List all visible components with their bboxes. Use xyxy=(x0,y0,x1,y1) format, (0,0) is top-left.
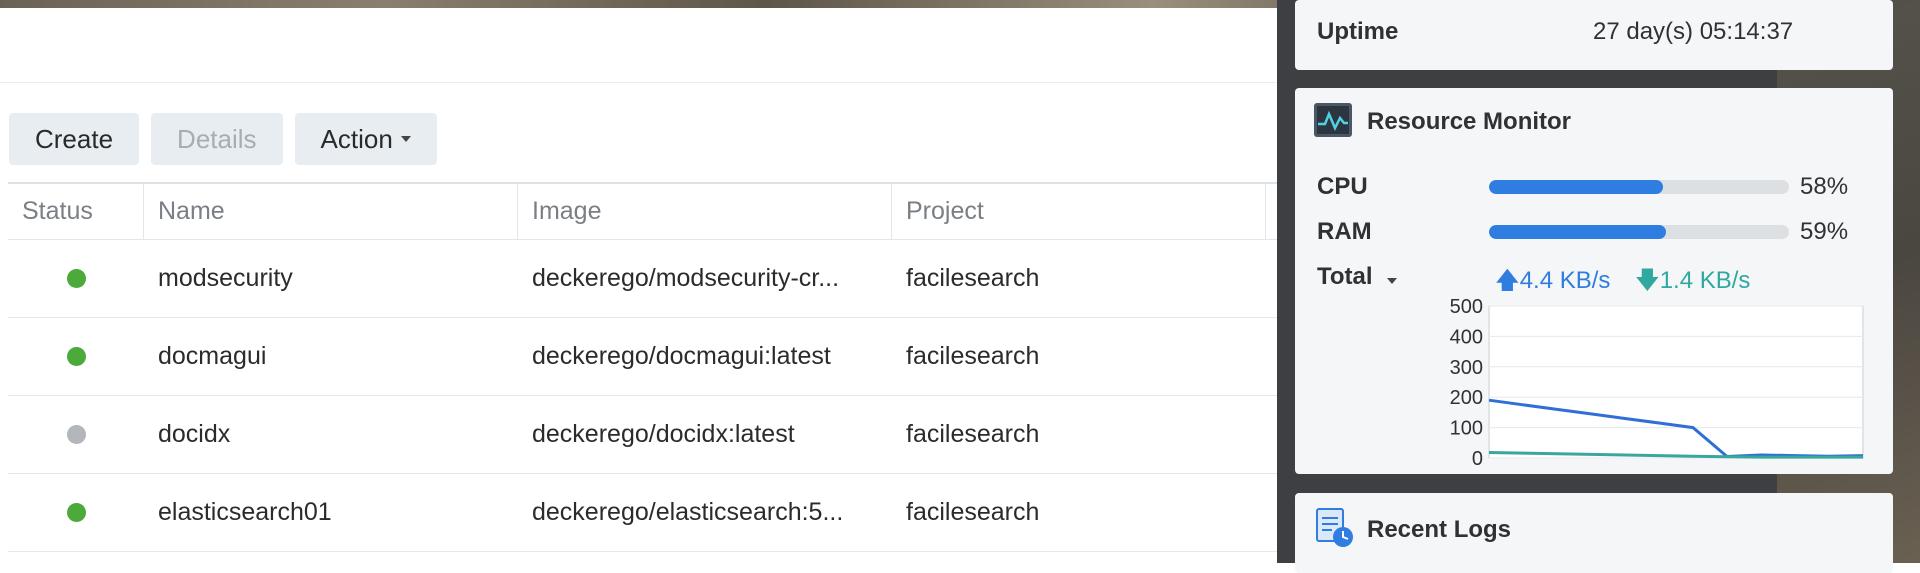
recent-logs-icon xyxy=(1316,508,1353,547)
column-project[interactable]: Project xyxy=(892,184,1266,239)
resource-monitor-title: Resource Monitor xyxy=(1367,108,1572,135)
toolbar: Create Details Action xyxy=(9,113,437,165)
table-header: Status Name Image Project xyxy=(8,182,1290,240)
table-row[interactable]: elasticsearch01 deckerego/elasticsearch:5… xyxy=(8,474,1290,552)
chart-y-tick-label: 200 xyxy=(1450,387,1483,409)
cpu-percent: 58% xyxy=(1800,173,1849,200)
cell-project: facilesearch xyxy=(906,498,1040,526)
arrow-down-icon: 🡇 xyxy=(1635,267,1660,294)
container-manager-panel: Create Details Action Status Name Image … xyxy=(0,8,1290,563)
cpu-bar-fill xyxy=(1489,180,1663,194)
ram-bar-fill xyxy=(1489,225,1666,239)
chart-y-tick-label: 400 xyxy=(1450,326,1483,348)
column-status[interactable]: Status xyxy=(8,184,144,239)
cell-image: deckerego/docmagui:latest xyxy=(532,342,831,370)
chart-y-tick-label: 500 xyxy=(1450,298,1483,318)
header-divider xyxy=(0,82,1290,83)
resource-monitor-icon xyxy=(1314,103,1352,137)
cell-image: deckerego/modsecurity-cr... xyxy=(532,264,840,292)
arrow-up-icon: 🡅 xyxy=(1495,267,1520,294)
total-label: Total xyxy=(1317,263,1373,290)
cell-project: facilesearch xyxy=(906,342,1040,370)
ram-bar xyxy=(1489,225,1789,239)
cell-name: docidx xyxy=(158,420,231,448)
cell-name: modsecurity xyxy=(158,264,293,292)
cell-name: elasticsearch01 xyxy=(158,498,332,526)
table-body: modsecurity deckerego/modsecurity-cr... fa… xyxy=(8,240,1290,552)
cell-project: facilesearch xyxy=(906,420,1040,448)
table-row[interactable]: docidx deckerego/docidx:latest facilesearc… xyxy=(8,396,1290,474)
uptime-card: Uptime 27 day(s) 05:14:37 xyxy=(1295,0,1893,70)
status-indicator xyxy=(67,347,86,366)
status-indicator xyxy=(67,425,86,444)
resource-monitor-card: Resource Monitor CPU 58% RAM 59% Total 🡅… xyxy=(1295,88,1893,474)
recent-logs-title: Recent Logs xyxy=(1367,516,1512,543)
cpu-bar xyxy=(1489,180,1789,194)
network-chart: 500 400 300 200 100 0 xyxy=(1450,298,1864,470)
chart-y-tick-label: 100 xyxy=(1450,418,1483,440)
chevron-down-icon xyxy=(1387,278,1398,284)
column-name[interactable]: Name xyxy=(144,184,518,239)
create-button[interactable]: Create xyxy=(9,113,140,165)
cell-project: facilesearch xyxy=(906,264,1040,292)
status-indicator xyxy=(67,269,86,288)
container-table: Status Name Image Project modsecurity dec… xyxy=(8,182,1290,552)
total-dropdown[interactable]: Total xyxy=(1317,263,1398,291)
recent-logs-card: Recent Logs xyxy=(1295,493,1893,573)
table-row[interactable]: docmagui deckerego/docmagui:latest faciles… xyxy=(8,318,1290,396)
action-button[interactable]: Action xyxy=(294,113,437,165)
download-rate-value: 1.4 KB/s xyxy=(1659,267,1751,294)
uptime-value: 27 day(s) 05:14:37 xyxy=(1593,18,1794,45)
cell-image: deckerego/elasticsearch:5... xyxy=(532,498,844,526)
chart-plot-area xyxy=(1488,305,1864,459)
table-row[interactable]: modsecurity deckerego/modsecurity-cr... fa… xyxy=(8,240,1290,318)
cell-name: docmagui xyxy=(158,342,267,370)
ram-percent: 59% xyxy=(1800,218,1849,245)
details-button[interactable]: Details xyxy=(151,113,283,165)
chart-y-tick-label: 0 xyxy=(1472,448,1483,470)
cpu-label: CPU xyxy=(1317,173,1368,200)
action-label: Action xyxy=(320,123,393,154)
status-indicator xyxy=(67,503,86,522)
chevron-down-icon xyxy=(400,136,411,142)
cell-image: deckerego/docidx:latest xyxy=(532,420,795,448)
ram-label: RAM xyxy=(1317,218,1372,245)
column-image[interactable]: Image xyxy=(518,184,892,239)
uptime-label: Uptime xyxy=(1317,18,1399,45)
chart-y-tick-label: 300 xyxy=(1450,357,1483,379)
upload-rate-value: 4.4 KB/s xyxy=(1519,267,1611,294)
